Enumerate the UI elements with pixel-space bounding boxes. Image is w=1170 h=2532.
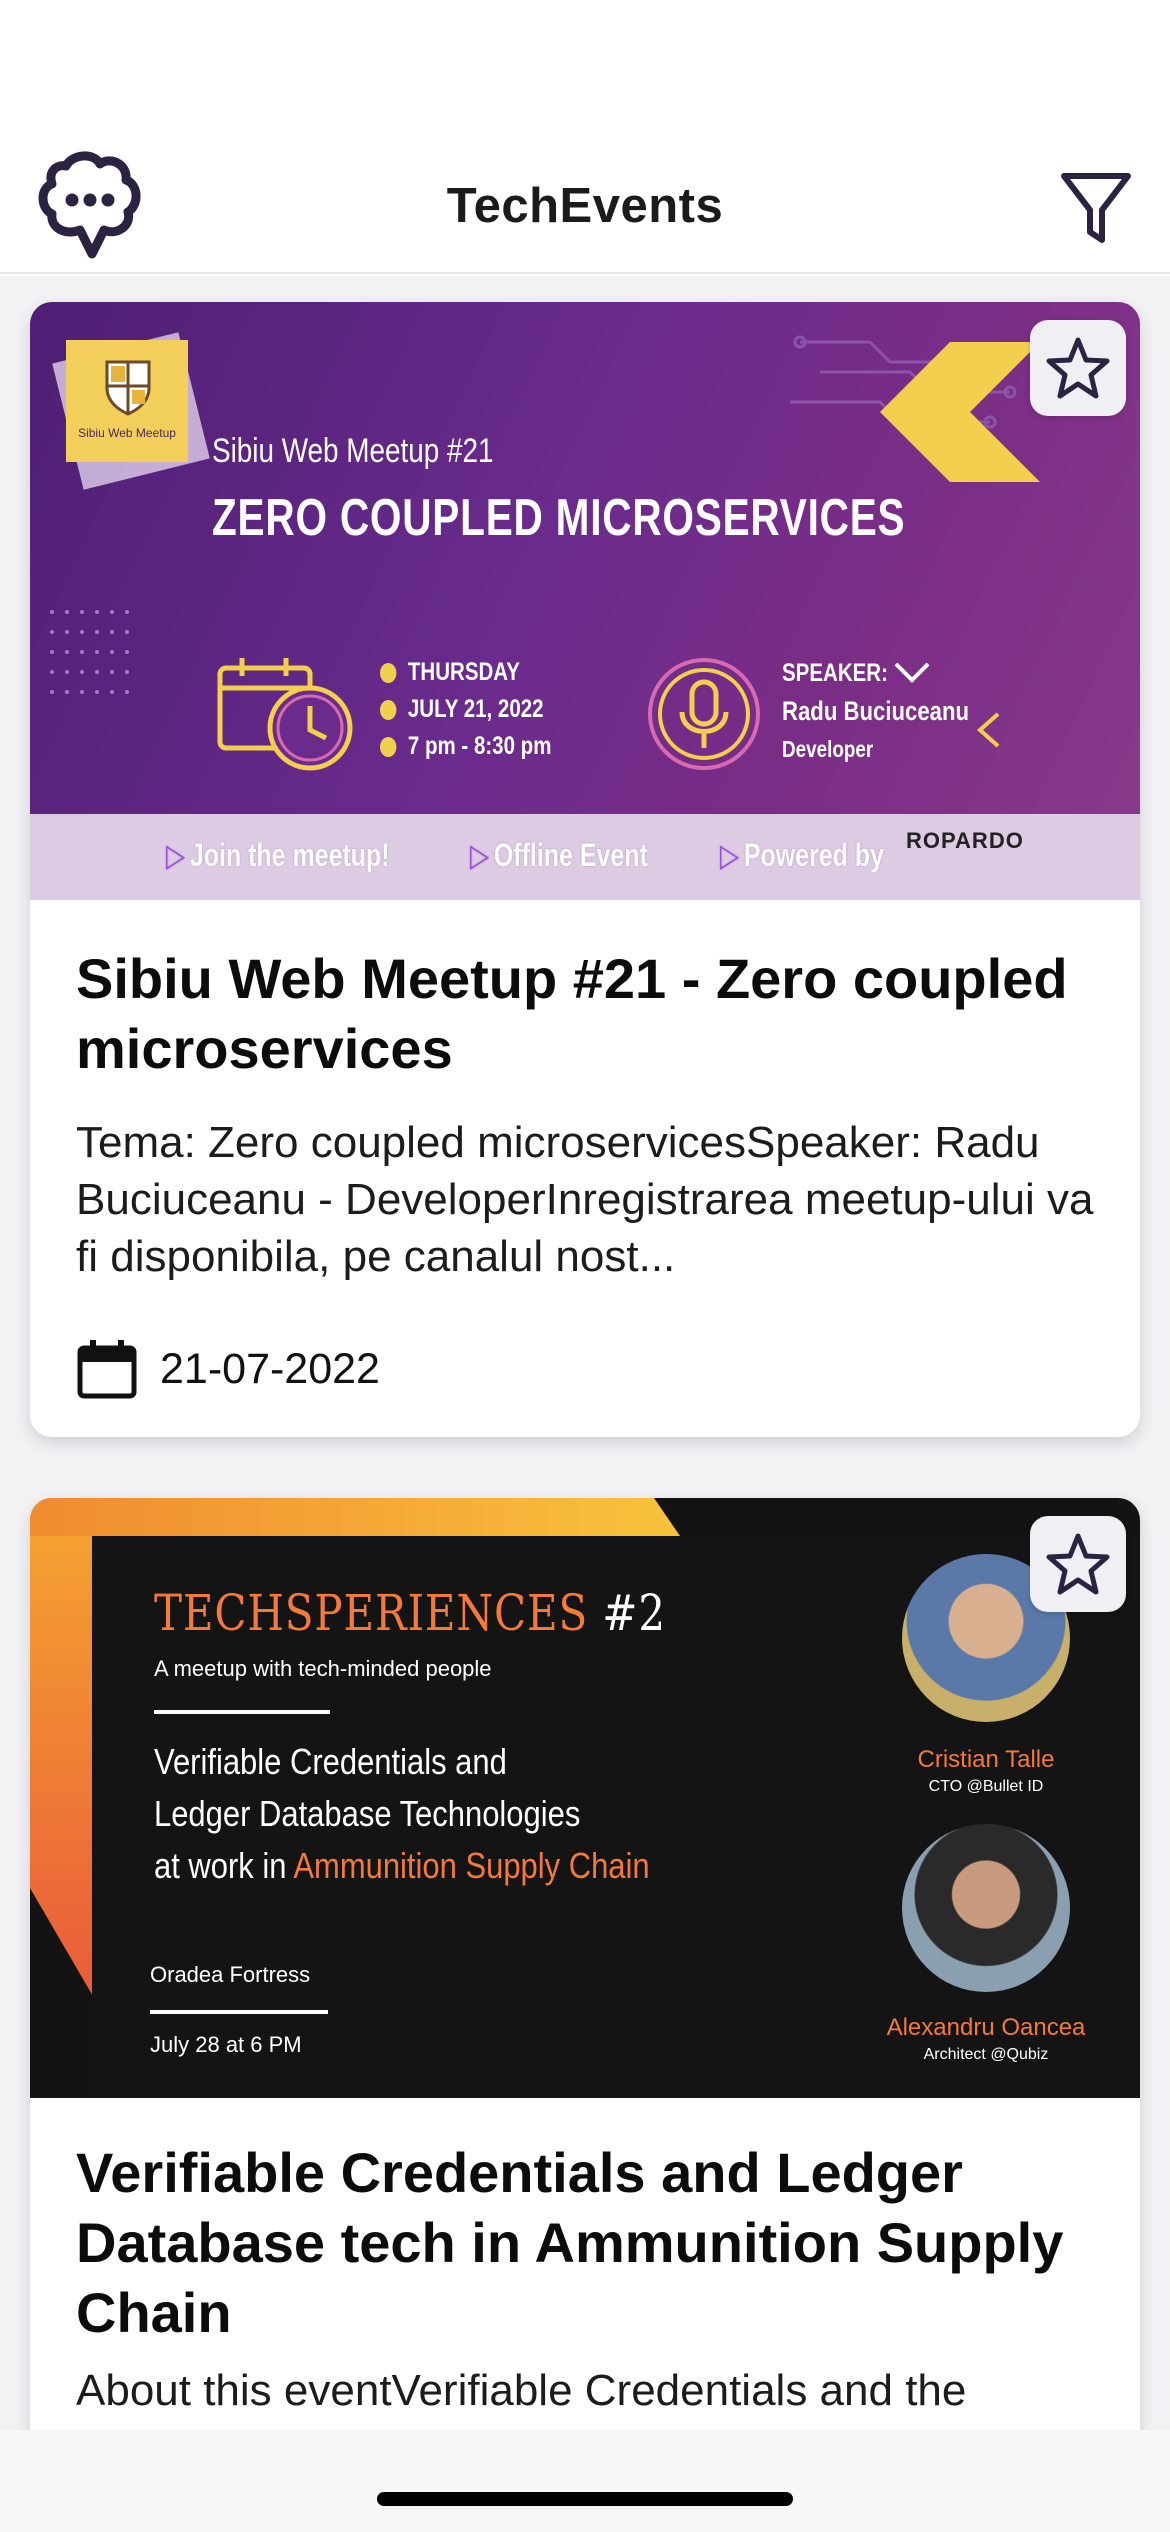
shield-crest-icon bbox=[105, 360, 151, 416]
banner-body-text: Verifiable Credentials and Ledger Databa… bbox=[154, 1741, 650, 1886]
favorite-button[interactable] bbox=[1030, 1516, 1126, 1612]
home-indicator[interactable] bbox=[377, 2492, 793, 2506]
speaker-name: Cristian Talle bbox=[917, 1746, 1055, 1773]
filter-funnel-icon[interactable] bbox=[1058, 168, 1134, 250]
chevron-decoration bbox=[880, 342, 1040, 482]
event-card[interactable]: Sibiu Web Meetup Sibiu Web Meetup #21 ZE… bbox=[30, 302, 1140, 1437]
calendar-icon bbox=[77, 1340, 137, 1399]
banner-headline: ZERO COUPLED MICROSERVICES bbox=[212, 489, 906, 547]
banner-when: July 28 at 6 PM bbox=[150, 2032, 302, 2057]
app-header: TechEvents bbox=[0, 0, 1170, 274]
calendar-clock-icon bbox=[217, 658, 353, 771]
event-title: Verifiable Credentials and Ledger Databa… bbox=[76, 2141, 1064, 2344]
microphone-icon bbox=[648, 658, 760, 770]
event-description: Tema: Zero coupled microservicesSpeaker:… bbox=[76, 1118, 1094, 1281]
banner-subtitle: Sibiu Web Meetup #21 bbox=[212, 432, 494, 470]
speaker-role: Architect @Qubiz bbox=[923, 2046, 1049, 2063]
banner-series-title: TECHSPERIENCES #2 bbox=[154, 1584, 666, 1642]
event-title: Sibiu Web Meetup #21 - Zero coupled micr… bbox=[76, 947, 1068, 1080]
speaker-photo bbox=[902, 1824, 1070, 1992]
chevron-down-icon bbox=[894, 662, 930, 683]
star-outline-icon bbox=[1046, 337, 1110, 399]
meetup-logo-text: Sibiu Web Meetup bbox=[78, 426, 176, 440]
banner-tagline: A meetup with tech-minded people bbox=[154, 1656, 492, 1681]
event-banner-image: TECHSPERIENCES #2 A meetup with tech-min… bbox=[30, 1498, 1140, 2098]
app-title: TechEvents bbox=[446, 179, 724, 233]
speaker-role: CTO @Bullet ID bbox=[928, 1778, 1044, 1795]
banner-location: Oradea Fortress bbox=[150, 1962, 311, 1987]
event-description: About this eventVerifiable Credentials a… bbox=[76, 2366, 967, 2415]
speaker-name: Alexandru Oancea bbox=[886, 2014, 1086, 2041]
home-indicator-area bbox=[0, 2430, 1170, 2532]
star-outline-icon bbox=[1046, 1533, 1110, 1595]
event-banner-image: Sibiu Web Meetup Sibiu Web Meetup #21 ZE… bbox=[30, 302, 1140, 900]
banner-footer: ▷ Join the meetup! ▷ Offline Event ▷ Powere… bbox=[30, 814, 1140, 900]
favorite-button[interactable] bbox=[1030, 320, 1126, 416]
dots-decoration bbox=[50, 610, 129, 694]
event-feed[interactable]: Sibiu Web Meetup Sibiu Web Meetup #21 ZE… bbox=[0, 276, 1170, 2430]
event-date: 21-07-2022 bbox=[160, 1344, 380, 1393]
event-card[interactable]: TECHSPERIENCES #2 A meetup with tech-min… bbox=[30, 1498, 1140, 2430]
event-date-row: 21-07-2022 bbox=[76, 1338, 380, 1400]
sponsor-logo: ROPARDO bbox=[906, 828, 1024, 853]
banner-date-info: THURSDAY JULY 21, 2022 7 pm - 8:30 pm bbox=[380, 654, 551, 765]
chevron-left-icon bbox=[976, 712, 1000, 748]
banner-speaker-info: SPEAKER: Radu Buciuceanu Developer bbox=[782, 659, 969, 762]
meetup-logo: Sibiu Web Meetup bbox=[66, 340, 188, 462]
